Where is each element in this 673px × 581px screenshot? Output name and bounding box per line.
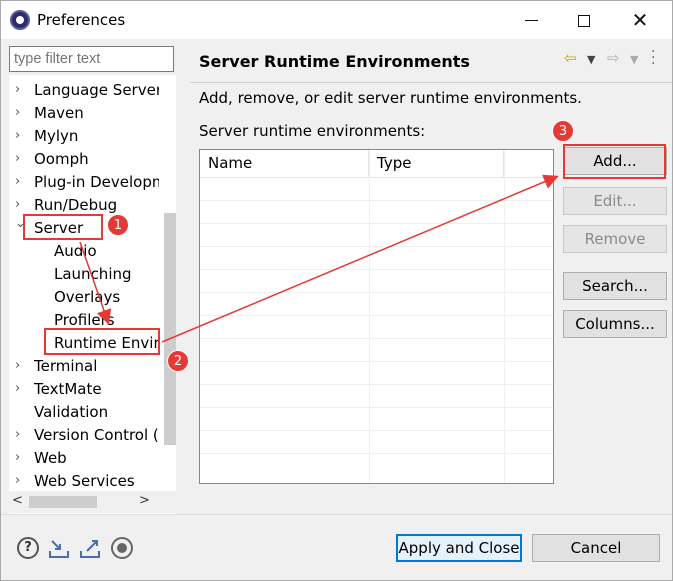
tree-item-maven[interactable]: › Maven — [9, 102, 159, 124]
highlight-server — [23, 214, 103, 240]
panel-sash[interactable] — [182, 41, 190, 511]
column-header-type[interactable]: Type — [369, 150, 504, 177]
tree-item-label: Oomph — [34, 150, 89, 168]
chevron-right-icon[interactable]: › — [15, 355, 20, 377]
tree-vertical-scrollbar[interactable] — [164, 213, 176, 445]
maximize-button[interactable] — [571, 7, 597, 33]
chevron-right-icon[interactable]: › — [15, 470, 20, 492]
filter-input[interactable] — [9, 46, 174, 72]
tree-item-label: Web Services — [34, 472, 135, 490]
title-bar: Preferences ✕ — [1, 1, 672, 39]
page-description: Add, remove, or edit server runtime envi… — [199, 89, 582, 107]
tree-item-plug-in-developm[interactable]: › Plug-in Developm — [9, 171, 159, 193]
tree-item-label: Terminal — [34, 357, 98, 375]
view-menu-icon[interactable]: · · · — [651, 45, 657, 71]
tree-item-label: Launching — [54, 265, 132, 283]
preferences-window: Preferences ✕ › Web Services › Web › Version … — [0, 0, 673, 581]
window-title: Preferences — [37, 11, 126, 29]
search-button[interactable]: Search... — [563, 272, 667, 300]
chevron-right-icon[interactable]: › — [15, 424, 20, 446]
chevron-right-icon[interactable]: › — [15, 378, 20, 400]
tree-item-label: Validation — [34, 403, 109, 421]
close-button[interactable]: ✕ — [627, 7, 653, 33]
help-icon[interactable]: ? — [17, 537, 39, 559]
runtime-list-label: Server runtime environments: — [199, 122, 426, 140]
scroll-thumb[interactable] — [29, 496, 97, 508]
annotation-badge-3: 3 — [552, 120, 574, 142]
scroll-left-icon[interactable]: < — [12, 493, 23, 508]
tree-item-language-server[interactable]: › Language Server — [9, 79, 159, 101]
tree-item-label: Language Server — [34, 81, 159, 99]
page-title: Server Runtime Environments — [199, 52, 470, 71]
forward-arrow-icon[interactable]: ⇨ — [607, 49, 620, 67]
back-arrow-icon[interactable]: ⇦ — [564, 49, 577, 67]
chevron-right-icon[interactable]: › — [15, 79, 20, 101]
tree-item-label: Mylyn — [34, 127, 79, 145]
tree-item-web[interactable]: › Web — [9, 447, 159, 469]
chevron-right-icon[interactable]: › — [15, 171, 20, 193]
tree-item-web-services[interactable]: › Web Services — [9, 470, 159, 492]
tree-item-version-control[interactable]: › Version Control ( — [9, 424, 159, 446]
tree-item-overlays[interactable]: Overlays — [9, 286, 159, 308]
annotation-badge-2: 2 — [167, 350, 189, 372]
annotation-badge-1: 1 — [107, 214, 129, 236]
eclipse-icon — [10, 10, 30, 30]
minimize-icon — [524, 19, 538, 22]
cancel-button[interactable]: Cancel — [532, 534, 660, 562]
tree-item-label: TextMate — [34, 380, 102, 398]
columns-button[interactable]: Columns... — [563, 310, 667, 338]
tree-item-label: Version Control ( — [34, 426, 159, 444]
back-dropdown-icon[interactable]: ▼ — [587, 53, 595, 66]
remove-button[interactable]: Remove — [563, 225, 667, 253]
tree-horizontal-scrollbar[interactable]: < > — [9, 491, 176, 513]
chevron-right-icon[interactable]: › — [15, 447, 20, 469]
highlight-add-button — [563, 144, 666, 179]
column-header-name[interactable]: Name — [200, 150, 369, 177]
tree-item-label: Maven — [34, 104, 84, 122]
tree-item-mylyn[interactable]: › Mylyn — [9, 125, 159, 147]
tree-item-label: Run/Debug — [34, 196, 118, 214]
forward-dropdown-icon[interactable]: ▼ — [630, 53, 638, 66]
tree-item-launching[interactable]: Launching — [9, 263, 159, 285]
preferences-tree: › Web Services › Web › Version Control ( Valid… — [9, 75, 176, 515]
chevron-right-icon[interactable]: › — [15, 102, 20, 124]
minimize-button[interactable] — [518, 7, 544, 33]
tree-item-terminal[interactable]: › Terminal — [9, 355, 159, 377]
maximize-icon — [578, 14, 590, 27]
import-icon[interactable] — [48, 537, 70, 559]
apply-and-close-button[interactable]: Apply and Close — [396, 534, 522, 562]
edit-button[interactable]: Edit... — [563, 187, 667, 215]
tree-item-oomph[interactable]: › Oomph — [9, 148, 159, 170]
tree-item-label: Audio — [54, 242, 97, 260]
chevron-right-icon[interactable]: › — [15, 194, 20, 216]
tree-item-validation[interactable]: Validation — [9, 401, 159, 423]
highlight-runtime-environments — [44, 328, 160, 355]
runtime-environments-table[interactable]: Name Type — [199, 149, 554, 484]
tree-item-label: Plug-in Developm — [34, 173, 159, 191]
chevron-right-icon[interactable]: › — [15, 125, 20, 147]
tree-item-audio[interactable]: Audio — [9, 240, 159, 262]
chevron-right-icon[interactable]: › — [15, 148, 20, 170]
export-icon[interactable] — [79, 537, 101, 559]
tree-item-textmate[interactable]: › TextMate — [9, 378, 159, 400]
tree-item-run-debug[interactable]: › Run/Debug — [9, 194, 159, 216]
tree-item-label: Web — [34, 449, 67, 467]
page-header: Server Runtime Environments ⇦ ▼ ⇨ ▼ · · · — [190, 41, 672, 83]
record-icon[interactable] — [111, 537, 133, 559]
tree-item-label: Overlays — [54, 288, 121, 306]
scroll-right-icon[interactable]: > — [139, 493, 150, 508]
